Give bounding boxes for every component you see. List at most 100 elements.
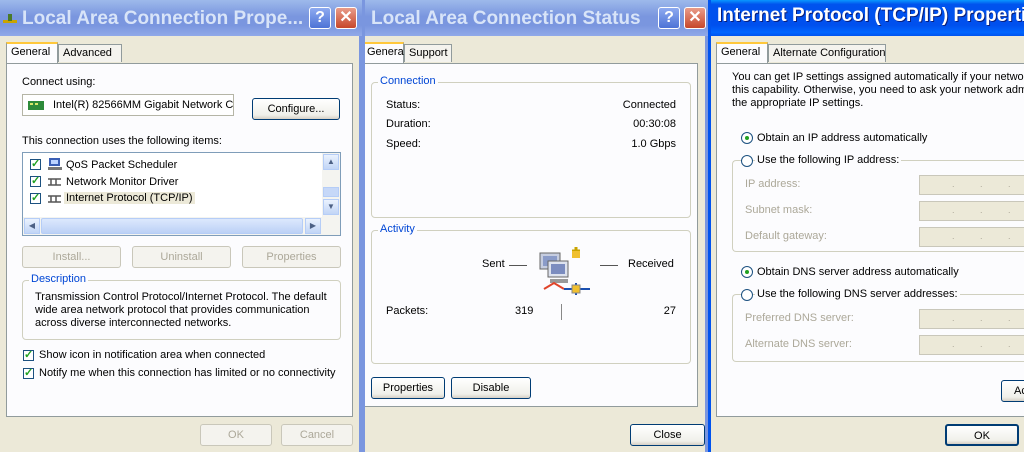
item-checkbox[interactable] xyxy=(30,174,41,187)
obtain-ip-label: Obtain an IP address automatically xyxy=(757,132,928,144)
help-button[interactable]: ? xyxy=(658,7,680,29)
configure-button[interactable]: Configure... xyxy=(252,98,340,120)
sent-label: Sent xyxy=(482,258,505,270)
preferred-dns-label: Preferred DNS server: xyxy=(745,312,854,324)
default-gateway-field[interactable]: ... xyxy=(919,227,1024,247)
tab-general[interactable]: General xyxy=(716,42,768,64)
scroll-right-icon[interactable]: ▶ xyxy=(305,218,321,234)
list-item[interactable]: QoS Packet Scheduler xyxy=(23,157,323,173)
tab-support[interactable]: Support xyxy=(404,44,452,62)
subnet-mask-label: Subnet mask: xyxy=(745,204,813,216)
protocol-icon xyxy=(47,192,63,207)
lan-status-title: Local Area Connection Status xyxy=(371,8,641,29)
description-group: Description Transmission Control Protoco… xyxy=(22,273,341,340)
tab-general[interactable]: General xyxy=(365,42,406,64)
description-title: Description xyxy=(29,273,89,285)
vertical-scrollbar[interactable]: ▲ ▼ xyxy=(322,153,340,217)
close-button[interactable]: ✕ xyxy=(684,7,706,29)
subnet-mask-field[interactable]: ... xyxy=(919,201,1024,221)
cancel-button[interactable]: Cancel xyxy=(281,424,353,446)
status-label: Status: xyxy=(386,99,421,111)
disable-button[interactable]: Disable xyxy=(451,377,531,399)
tcpip-properties-window: Internet Protocol (TCP/IP) Properti Gene… xyxy=(708,0,1024,452)
network-activity-icon xyxy=(536,243,596,302)
obtain-ip-radio[interactable] xyxy=(741,132,753,144)
tab-general[interactable]: General xyxy=(6,42,58,64)
alternate-dns-label: Alternate DNS server: xyxy=(745,338,852,350)
network-icon xyxy=(3,12,17,24)
uninstall-button[interactable]: Uninstall xyxy=(132,246,231,268)
use-ip-radio[interactable] xyxy=(741,155,753,167)
duration-value: 00:30:08 xyxy=(633,118,676,130)
preferred-dns-field[interactable]: ... xyxy=(919,309,1024,329)
network-card-icon xyxy=(28,100,44,114)
tcpip-titlebar[interactable]: Internet Protocol (TCP/IP) Properti xyxy=(711,0,1024,36)
protocol-icon xyxy=(47,175,63,190)
obtain-dns-label: Obtain DNS server address automatically xyxy=(757,266,959,278)
item-checkbox[interactable] xyxy=(30,157,41,170)
lan-status-window: Local Area Connection Status ? ✕ General… xyxy=(362,0,708,452)
item-checkbox[interactable] xyxy=(30,191,41,204)
components-list[interactable]: QoS Packet Scheduler Network Monitor Dri… xyxy=(22,152,341,236)
tab-advanced[interactable]: Advanced xyxy=(58,44,122,62)
status-properties-button[interactable]: Properties xyxy=(371,377,445,399)
tab-alternate-configuration[interactable]: Alternate Configuration xyxy=(768,44,886,62)
use-dns-radio[interactable] xyxy=(741,289,753,301)
advanced-button[interactable]: Ac xyxy=(1001,380,1024,402)
ok-button[interactable]: OK xyxy=(200,424,272,446)
ip-address-label: IP address: xyxy=(745,178,801,190)
show-icon-label: Show icon in notification area when conn… xyxy=(39,349,266,361)
close-button[interactable]: ✕ xyxy=(335,7,357,29)
use-dns-label: Use the following DNS server addresses: xyxy=(755,288,960,300)
scroll-thumb[interactable] xyxy=(323,187,339,197)
connect-using-label: Connect using: xyxy=(22,76,96,88)
install-button[interactable]: Install... xyxy=(22,246,121,268)
adapter-name: Intel(R) 82566MM Gigabit Network Cc xyxy=(53,99,234,111)
status-value: Connected xyxy=(622,99,676,111)
dns-group: Use the following DNS server addresses: … xyxy=(732,288,1024,362)
scroll-left-icon[interactable]: ◀ xyxy=(24,218,40,234)
obtain-dns-radio[interactable] xyxy=(741,266,753,278)
list-item[interactable]: Internet Protocol (TCP/IP) xyxy=(23,191,323,207)
notify-checkbox[interactable] xyxy=(23,366,34,379)
tcpip-title: Internet Protocol (TCP/IP) Properti xyxy=(717,5,1024,26)
scroll-up-icon[interactable]: ▲ xyxy=(323,154,339,170)
list-item-label: QoS Packet Scheduler xyxy=(66,159,178,171)
received-label: Received xyxy=(628,258,674,270)
packets-label: Packets: xyxy=(386,305,429,317)
intro-line-1: You can get IP settings assigned automat… xyxy=(732,71,1024,83)
packets-received-value: 27 xyxy=(663,305,676,317)
speed-value: 1.0 Gbps xyxy=(631,138,676,150)
status-close-button[interactable]: Close xyxy=(630,424,705,446)
alternate-dns-field[interactable]: ... xyxy=(919,335,1024,355)
connection-title: Connection xyxy=(378,75,438,87)
packets-divider xyxy=(561,304,562,320)
notify-label: Notify me when this connection has limit… xyxy=(39,367,336,379)
default-gateway-label: Default gateway: xyxy=(745,230,827,242)
scroll-thumb-horizontal[interactable] xyxy=(41,218,303,234)
intro-line-3: the appropriate IP settings. xyxy=(732,97,864,109)
lan-properties-title: Local Area Connection Prope... xyxy=(22,8,304,29)
show-icon-checkbox[interactable] xyxy=(23,348,34,361)
sent-dash xyxy=(509,265,527,266)
horizontal-scrollbar[interactable]: ◀ ▶ xyxy=(23,217,340,235)
speed-label: Speed: xyxy=(386,138,421,150)
list-item[interactable]: Network Monitor Driver xyxy=(23,174,323,190)
lan-properties-tabs: General Advanced xyxy=(6,42,346,64)
duration-label: Duration: xyxy=(386,118,431,130)
lan-properties-window: Local Area Connection Prope... ? ✕ Gener… xyxy=(0,0,362,452)
adapter-field: Intel(R) 82566MM Gigabit Network Cc xyxy=(22,94,234,116)
scroll-down-icon[interactable]: ▼ xyxy=(323,199,339,215)
lan-status-titlebar[interactable]: Local Area Connection Status ? ✕ xyxy=(365,0,708,36)
description-text: Transmission Control Protocol/Internet P… xyxy=(35,291,327,329)
connection-group: Connection Status: Connected Duration: 0… xyxy=(371,75,691,218)
tcpip-ok-button[interactable]: OK xyxy=(945,424,1019,446)
received-dash xyxy=(600,265,618,266)
lan-properties-titlebar[interactable]: Local Area Connection Prope... ? ✕ xyxy=(0,0,362,36)
intro-line-2: this capability. Otherwise, you need to … xyxy=(732,84,1024,96)
help-button[interactable]: ? xyxy=(309,7,331,29)
use-ip-label: Use the following IP address: xyxy=(755,154,902,166)
ip-address-field[interactable]: ... xyxy=(919,175,1024,195)
list-item-label-selected: Internet Protocol (TCP/IP) xyxy=(64,192,195,204)
properties-button[interactable]: Properties xyxy=(242,246,341,268)
